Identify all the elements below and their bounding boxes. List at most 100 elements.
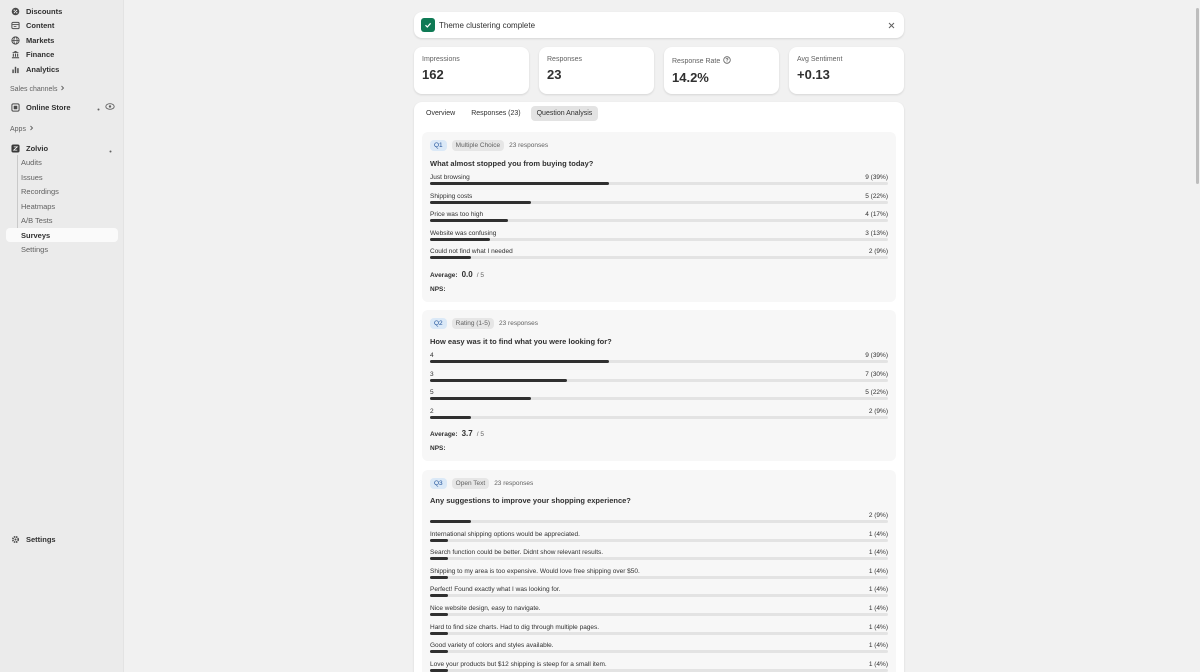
answer-option-label: Love your products but $12 shipping is s… <box>430 660 607 668</box>
sidebar-item-recordings[interactable]: Recordings <box>6 184 118 198</box>
help-icon[interactable] <box>723 56 731 66</box>
answer-option-bar-track <box>430 631 888 635</box>
sidebar-item-content[interactable]: Content <box>6 18 118 32</box>
answer-option-bar-fill <box>430 668 449 672</box>
answer-option-label: Hard to find size charts. Had to dig thr… <box>430 623 600 631</box>
sidebar-item-zolvio[interactable]: Zolvio <box>6 141 118 155</box>
answer-option-bar-fill <box>430 557 449 561</box>
average-value: 3.7 <box>461 429 473 438</box>
more-dot-icon[interactable] <box>109 146 112 155</box>
scrollbar-thumb[interactable] <box>1196 8 1199 184</box>
answer-option-bar-track <box>430 613 888 616</box>
sidebar-item-label: Settings <box>21 244 49 254</box>
answer-option-bar-track <box>430 378 888 382</box>
sidebar-item-analytics[interactable]: Analytics <box>6 62 118 76</box>
answer-option-bar-fill <box>430 378 568 382</box>
sidebar-item-label: Recordings <box>21 186 59 196</box>
answer-option-bar-fill <box>430 182 609 185</box>
metric-label: Responses <box>547 56 583 63</box>
sidebar-item-surveys[interactable]: Surveys <box>6 228 118 242</box>
metric-impressions: Impressions 162 <box>414 47 529 94</box>
answer-option-bar-fill <box>430 538 449 542</box>
answer-option-label: 4 <box>430 352 434 359</box>
answer-option-label: International shipping options would be … <box>430 530 580 538</box>
answer-option-count: 2 (9%) <box>868 407 888 415</box>
sidebar-item-label: Discounts <box>26 6 63 16</box>
sidebar-item-settings[interactable]: Settings <box>6 532 118 546</box>
answer-option-bar-fill <box>430 200 531 204</box>
sidebar-item-label: Finance <box>26 49 55 59</box>
average-row: Average: 0.0 / 5 <box>430 270 484 279</box>
sidebar-item-online-store[interactable]: Online Store <box>6 100 118 114</box>
sidebar-item-discounts[interactable]: Discounts <box>6 4 118 18</box>
more-dot-icon[interactable] <box>97 104 100 113</box>
answer-option-bar-track <box>430 256 888 260</box>
sidebar-item-label: Online Store <box>26 102 71 112</box>
answer-option-bar-fill <box>430 219 508 223</box>
sales-channels-heading[interactable]: Sales channels <box>10 85 65 93</box>
sidebar-item-label: A/B Tests <box>21 215 53 225</box>
answer-option-label: 5 <box>430 389 434 397</box>
answer-option-count: 4 (17%) <box>865 211 888 219</box>
answer-option-label: Price was too high <box>430 211 484 219</box>
question-number-badge: Q2 <box>430 318 447 329</box>
check-icon <box>421 18 435 32</box>
answer-option-count: 1 (4%) <box>868 549 888 557</box>
answer-option-count: 1 (4%) <box>868 642 888 650</box>
answer-option-bar-track <box>430 182 888 185</box>
response-count: 23 responses <box>494 480 534 487</box>
answer-option-bar-track <box>430 219 888 223</box>
answer-option-bar-fill <box>430 520 472 523</box>
apps-heading[interactable]: Apps <box>10 125 34 133</box>
sidebar-item-issues[interactable]: Issues <box>6 170 118 184</box>
sidebar-item-ab-tests[interactable]: A/B Tests <box>6 213 118 227</box>
answer-option-label: Could not find what I needed <box>430 248 513 256</box>
sidebar-item-label: Surveys <box>21 230 51 240</box>
success-toast: Theme clustering complete <box>414 12 904 38</box>
answer-option-bar-track <box>430 520 888 523</box>
nps-label: NPS: <box>430 445 446 452</box>
answer-option-count: 1 (4%) <box>868 567 888 575</box>
tab-question-analysis[interactable]: Question Analysis <box>530 106 599 121</box>
answer-option-label: 2 <box>430 407 434 415</box>
question-title: What almost stopped you from buying toda… <box>430 159 594 168</box>
answer-option-label: Website was confusing <box>430 229 497 237</box>
sidebar-item-finance[interactable]: Finance <box>6 47 118 61</box>
sidebar-item-label: Audits <box>21 157 42 167</box>
answer-option-count: 1 (4%) <box>868 605 888 612</box>
question-type-badge: Rating (1-5) <box>451 318 494 329</box>
content-icon <box>10 20 20 30</box>
nps-label: NPS: <box>430 286 446 293</box>
answer-option-label: 3 <box>430 370 434 378</box>
average-row: Average: 3.7 / 5 <box>430 429 484 438</box>
answer-option-label: Search function could be better. Didnt s… <box>430 549 604 557</box>
answer-option-count: 9 (39%) <box>865 174 888 181</box>
answer-option-bar-track <box>430 594 888 598</box>
answer-option-count: 2 (9%) <box>868 248 888 256</box>
sidebar: Discounts Content Markets Finance Analyt… <box>0 0 124 672</box>
sidebar-item-markets[interactable]: Markets <box>6 33 118 47</box>
answer-option-bar-fill <box>430 256 472 260</box>
sidebar-item-audits[interactable]: Audits <box>6 155 118 169</box>
store-icon <box>10 102 20 112</box>
sidebar-item-heatmaps[interactable]: Heatmaps <box>6 199 118 213</box>
answer-option-bar-fill <box>430 415 472 419</box>
metric-avg-sentiment: Avg Sentiment +0.13 <box>789 47 904 94</box>
answer-option-bar-fill <box>430 360 609 363</box>
tab-bar: Overview Responses (23) Question Analysi… <box>420 106 599 121</box>
metric-label: Avg Sentiment <box>797 56 843 63</box>
question-title: How easy was it to find what you were lo… <box>430 337 612 346</box>
globe-icon <box>10 35 20 45</box>
tab-responses[interactable]: Responses (23) <box>465 106 526 121</box>
close-icon[interactable] <box>885 19 897 31</box>
scrollbar[interactable] <box>1194 0 1200 672</box>
answer-option-label: Shipping costs <box>430 192 473 200</box>
question-number-badge: Q1 <box>430 140 447 151</box>
tab-overview[interactable]: Overview <box>420 106 461 121</box>
answer-option-bar-fill <box>430 631 449 635</box>
eye-icon[interactable] <box>105 102 115 113</box>
discount-icon <box>10 6 20 16</box>
sidebar-item-app-settings[interactable]: Settings <box>6 242 118 256</box>
response-count: 23 responses <box>509 142 549 149</box>
toast-message: Theme clustering complete <box>439 20 536 30</box>
